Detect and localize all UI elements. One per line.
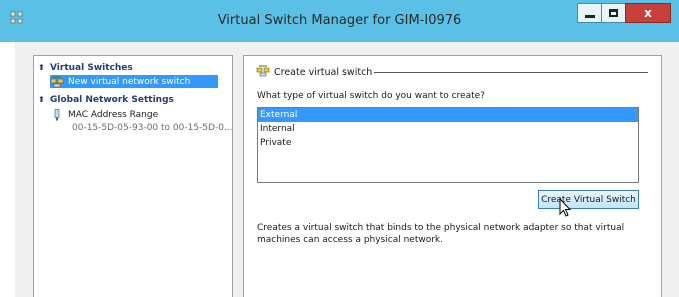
minimize-button[interactable] <box>577 3 601 23</box>
maximize-button[interactable] <box>601 3 625 23</box>
window-controls: x <box>577 3 671 23</box>
tree-item-new-virtual-network-switch[interactable]: New virtual network switch <box>50 75 218 88</box>
network-switch-icon <box>50 76 64 88</box>
section-header: Create virtual switch <box>256 65 372 80</box>
create-virtual-switch-button[interactable]: Create Virtual Switch <box>538 190 639 209</box>
section-divider <box>374 72 648 73</box>
tree-item-mac-address-range[interactable]: MAC Address Range <box>50 108 158 121</box>
list-item-external[interactable]: External <box>258 108 638 122</box>
switch-type-question: What type of virtual switch do you want … <box>257 91 485 101</box>
close-button[interactable]: x <box>625 3 671 23</box>
category-label: Global Network Settings <box>50 94 174 105</box>
category-virtual-switches[interactable]: ⬆ Virtual Switches <box>38 61 133 74</box>
list-item-internal[interactable]: Internal <box>258 122 638 136</box>
close-icon: x <box>644 6 652 20</box>
collapse-chevron-icon[interactable]: ⬆ <box>38 63 50 72</box>
tree-item-label: MAC Address Range <box>68 109 159 120</box>
switch-type-description: Creates a virtual switch that binds to t… <box>257 223 625 245</box>
mac-address-range-value: 00-15-5D-05-93-00 to 00-15-5D-0... <box>72 121 233 134</box>
category-label: Virtual Switches <box>50 62 133 73</box>
network-switch-icon <box>256 65 270 80</box>
tree-item-subtext: 00-15-5D-05-93-00 to 00-15-5D-0... <box>72 122 233 133</box>
list-item-private[interactable]: Private <box>258 136 638 150</box>
section-title: Create virtual switch <box>274 67 373 78</box>
settings-tree: ⬆ Virtual Switches New virtual network s… <box>33 55 233 297</box>
tree-item-label: New virtual network switch <box>68 76 191 87</box>
maximize-icon <box>609 9 618 17</box>
details-panel: Create virtual switch What type of virtu… <box>243 55 662 297</box>
title-bar: Virtual Switch Manager for GIM-I0976 x <box>0 0 679 42</box>
collapse-chevron-icon[interactable]: ⬆ <box>38 95 50 104</box>
minimize-icon <box>584 14 595 18</box>
switch-type-list[interactable]: External Internal Private <box>257 107 639 183</box>
category-global-network-settings[interactable]: ⬆ Global Network Settings <box>38 93 174 106</box>
mac-address-icon <box>50 108 64 121</box>
mouse-cursor-icon <box>559 197 573 218</box>
